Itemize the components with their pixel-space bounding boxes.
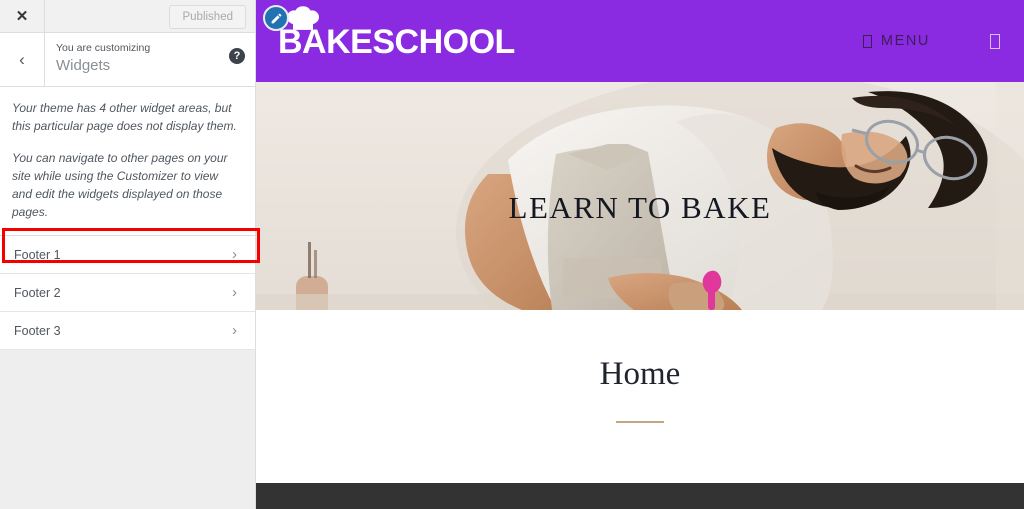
hero-title: LEARN TO BAKE bbox=[508, 190, 772, 225]
widget-area-label: Footer 2 bbox=[14, 285, 61, 300]
chevron-right-icon: › bbox=[232, 284, 237, 301]
widget-area-item-footer-3[interactable]: Footer 3 › bbox=[0, 312, 255, 350]
chevron-right-icon: › bbox=[232, 322, 237, 339]
widget-area-item-footer-1[interactable]: Footer 1 › bbox=[0, 236, 255, 274]
help-icon[interactable]: ? bbox=[229, 48, 245, 64]
sidebar-empty-space bbox=[0, 350, 255, 509]
menu-label: MENU bbox=[880, 33, 930, 49]
customizer-topbar: ✕ Published bbox=[0, 0, 255, 33]
site-footer-bar bbox=[256, 483, 1024, 509]
hero-banner: LEARN TO BAKE bbox=[256, 82, 1024, 310]
search-glyph-icon bbox=[990, 33, 1000, 49]
title-divider bbox=[616, 421, 664, 423]
site-navigation: MENU bbox=[862, 0, 1024, 82]
page-title: Widgets bbox=[56, 57, 111, 74]
chevron-right-icon: › bbox=[232, 246, 237, 263]
widget-area-list: Footer 1 › Footer 2 › Footer 3 › bbox=[0, 236, 255, 350]
close-icon[interactable]: ✕ bbox=[0, 0, 45, 32]
menu-glyph-icon bbox=[862, 34, 872, 48]
page-heading: Home bbox=[599, 356, 681, 392]
site-branding[interactable]: BAKESCHOOL bbox=[278, 6, 515, 59]
customizer-panel-header: ‹ You are customizing Widgets ? bbox=[0, 33, 255, 87]
site-title: BAKESCHOOL bbox=[278, 23, 515, 61]
notice-paragraph-2: You can navigate to other pages on your … bbox=[12, 151, 228, 219]
customizer-sidebar: ✕ Published ‹ You are customizing Widget… bbox=[0, 0, 256, 509]
site-preview: BAKESCHOOL MENU LEARN TO BAKE Home bbox=[256, 0, 1024, 509]
customizer-screen: ✕ Published ‹ You are customizing Widget… bbox=[0, 0, 1024, 509]
customizing-label: You are customizing bbox=[56, 42, 151, 54]
notice-paragraph-1: Your theme has 4 other widget areas, but… bbox=[12, 101, 237, 133]
publish-button[interactable]: Published bbox=[169, 5, 246, 29]
back-button[interactable]: ‹ bbox=[0, 33, 45, 86]
site-header: BAKESCHOOL MENU bbox=[256, 0, 1024, 82]
widget-area-label: Footer 1 bbox=[14, 247, 61, 262]
search-icon[interactable] bbox=[990, 33, 1000, 49]
widget-area-label: Footer 3 bbox=[14, 323, 61, 338]
panel-header-titles: You are customizing Widgets bbox=[45, 33, 255, 86]
hamburger-menu-icon[interactable]: MENU bbox=[862, 33, 930, 49]
widget-area-item-footer-2[interactable]: Footer 2 › bbox=[0, 274, 255, 312]
widgets-notice: Your theme has 4 other widget areas, but… bbox=[0, 87, 255, 236]
pencil-edit-icon[interactable] bbox=[263, 5, 289, 31]
page-title-section: Home bbox=[256, 310, 1024, 486]
